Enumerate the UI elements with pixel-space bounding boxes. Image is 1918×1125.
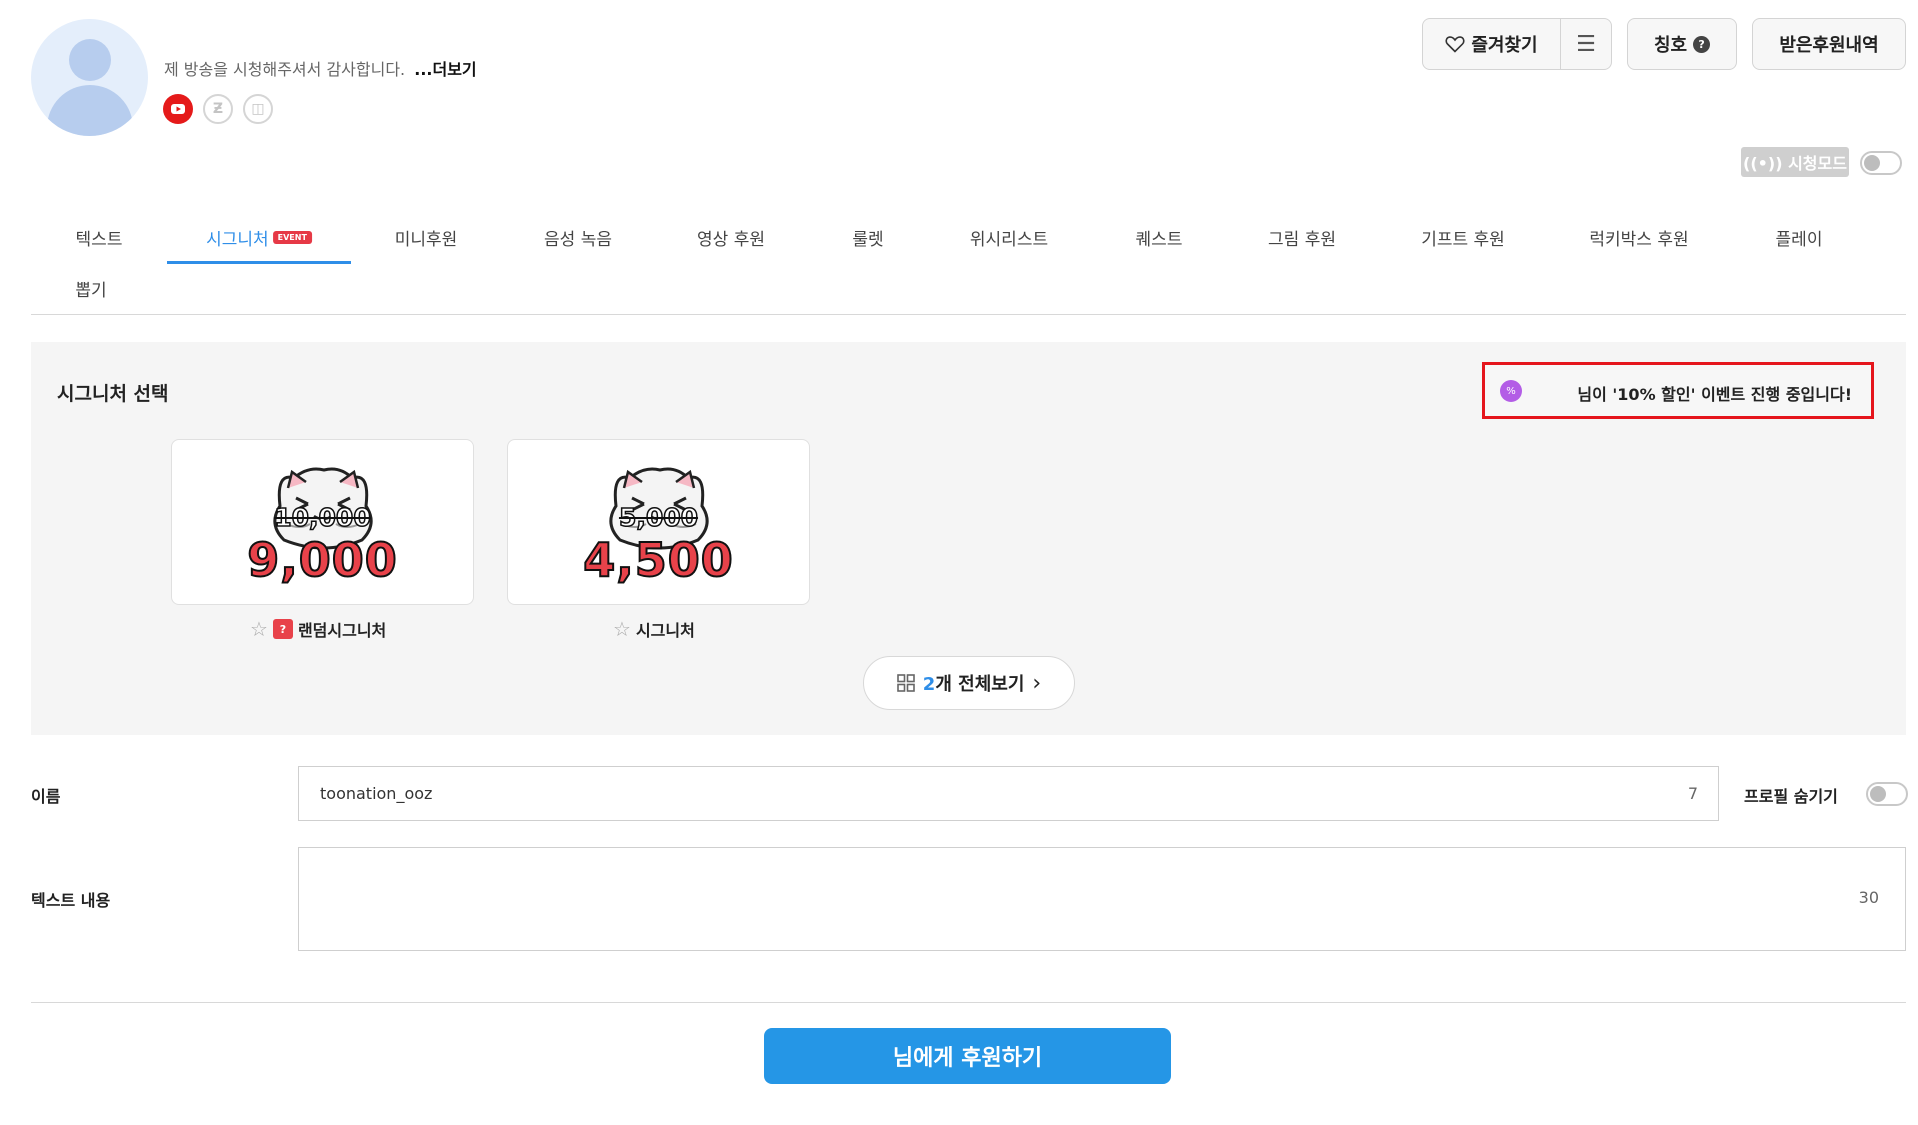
tab-video-donation[interactable]: 영상 후원 <box>697 225 765 250</box>
text-content-field[interactable]: 30 <box>298 847 1906 951</box>
youtube-icon[interactable] <box>163 94 193 124</box>
tab-quest[interactable]: 퀘스트 <box>1136 225 1183 250</box>
tab-wishlist[interactable]: 위시리스트 <box>970 225 1048 250</box>
name-value: toonation_ooz <box>320 784 433 803</box>
social-links: Ƶ ◫ <box>163 94 273 124</box>
donate-button[interactable]: 님에게 후원하기 <box>764 1028 1171 1084</box>
tab-signature[interactable]: 시그니처 EVENT <box>206 225 312 250</box>
tab-luckybox-donation[interactable]: 럭키박스 후원 <box>1589 225 1688 250</box>
favorite-button[interactable]: 즐겨찾기 <box>1423 19 1561 69</box>
random-badge: ? <box>272 619 293 639</box>
tab-voice-recording[interactable]: 음성 녹음 <box>544 225 612 250</box>
card-name: 랜덤시그니처 <box>297 621 387 640</box>
tab-play[interactable]: 플레이 <box>1776 225 1823 250</box>
tabs-divider <box>31 314 1906 315</box>
menu-icon: ☰ <box>1576 31 1596 57</box>
favorite-group: 즐겨찾기 ☰ <box>1422 18 1612 70</box>
discounted-price: 4,500 <box>582 532 734 588</box>
tab-text[interactable]: 텍스트 <box>76 225 123 250</box>
watch-mode-badge: ((•)) 시청모드 <box>1741 147 1849 177</box>
view-all-count: 2 <box>922 674 936 695</box>
tab-mini-donation[interactable]: 미니후원 <box>395 225 458 250</box>
favorite-label: 즐겨찾기 <box>1471 35 1538 56</box>
original-price: 10,000 <box>274 502 372 533</box>
discount-icon: % <box>1500 380 1522 402</box>
star-icon[interactable]: ☆ <box>250 617 268 641</box>
active-tab-indicator <box>167 261 351 264</box>
avatar-head <box>69 39 111 81</box>
card-label: ☆ ? 랜덤시그니처 <box>250 617 386 641</box>
heart-icon <box>1445 36 1465 53</box>
view-all-button[interactable]: 2개 전체보기 › <box>863 656 1075 710</box>
grid-icon <box>896 674 915 692</box>
discounted-price: 9,000 <box>246 532 398 588</box>
chevron-right-icon: › <box>1032 670 1042 696</box>
signature-card[interactable]: 10,000 9,000 <box>171 439 474 605</box>
form-divider <box>31 1002 1906 1003</box>
tab-draw[interactable]: 뽑기 <box>75 276 106 301</box>
name-label: 이름 <box>31 787 61 806</box>
card-label: ☆ 시그니처 <box>613 617 695 641</box>
hide-profile-toggle[interactable] <box>1866 782 1908 806</box>
signature-card[interactable]: 5,000 4,500 <box>507 439 810 605</box>
help-icon: ? <box>1693 35 1711 53</box>
view-all-label: 개 전체보기 <box>935 674 1025 695</box>
title-button[interactable]: 칭호 ? <box>1627 18 1737 70</box>
title-label: 칭호 <box>1653 35 1688 56</box>
event-text: 님이 '10% 할인' 이벤트 진행 중입니다! <box>1577 385 1852 404</box>
chat-icon[interactable]: ◫ <box>243 94 273 124</box>
name-field[interactable]: toonation_ooz 7 <box>298 766 1719 821</box>
avatar <box>31 19 148 136</box>
donation-history-button[interactable]: 받은후원내역 <box>1752 18 1906 70</box>
hide-profile-label: 프로필 숨기기 <box>1744 787 1838 806</box>
original-price: 5,000 <box>618 502 699 533</box>
tab-drawing-donation[interactable]: 그림 후원 <box>1268 225 1336 250</box>
text-char-count: 30 <box>1858 888 1879 907</box>
history-label: 받은후원내역 <box>1779 35 1879 56</box>
section-title: 시그니처 선택 <box>57 383 169 405</box>
card-name: 시그니처 <box>635 621 695 640</box>
watch-mode-toggle[interactable] <box>1860 151 1902 175</box>
profile-intro: 제 방송을 시청해주셔서 감사합니다. ...더보기 <box>164 56 477 80</box>
text-content-label: 텍스트 내용 <box>31 891 111 910</box>
more-link[interactable]: ...더보기 <box>414 60 476 79</box>
menu-button[interactable]: ☰ <box>1561 19 1611 69</box>
event-banner: % 님이 '10% 할인' 이벤트 진행 중입니다! <box>1482 362 1874 419</box>
star-icon[interactable]: ☆ <box>613 617 631 641</box>
tab-roulette[interactable]: 룰렛 <box>852 225 883 250</box>
zep-icon[interactable]: Ƶ <box>203 94 233 124</box>
event-badge: EVENT <box>272 230 312 244</box>
intro-text: 제 방송을 시청해주셔서 감사합니다. <box>164 60 406 79</box>
donate-label: 님에게 후원하기 <box>892 1046 1043 1071</box>
name-char-count: 7 <box>1687 784 1698 803</box>
tab-gift-donation[interactable]: 기프트 후원 <box>1421 225 1505 250</box>
avatar-body <box>47 85 133 136</box>
